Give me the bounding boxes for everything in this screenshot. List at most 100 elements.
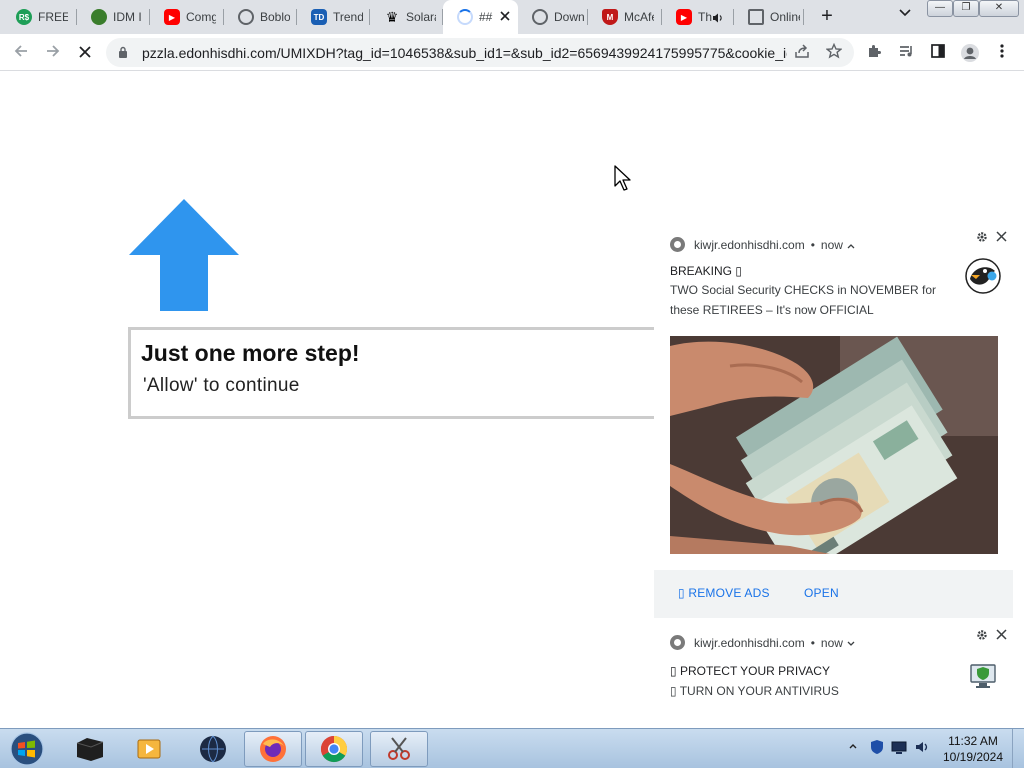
browser-tab[interactable]: ## [443,0,518,34]
gear-icon[interactable] [976,629,988,644]
push-notification-antivirus[interactable]: kiwjr.edonhisdhi.com • now ▯ PROTECT YOU… [654,620,1013,710]
firefox-icon [260,736,286,762]
browser-tab[interactable]: Down [518,0,588,34]
green-cash-icon: R$ [16,9,32,25]
close-icon[interactable] [996,627,1007,644]
menu-kebab-icon[interactable] [992,43,1012,63]
taskbar-app-dark-box[interactable] [60,731,118,767]
show-hidden-icons-chevron-icon[interactable] [844,740,862,758]
taskbar-media-player[interactable] [120,731,178,767]
remove-ads-button[interactable]: ▯ REMOVE ADS [678,586,770,600]
browser-tab[interactable]: ▶ Th [662,0,734,34]
chrome-icon [670,237,685,252]
clock-date: 10/19/2024 [942,750,1004,764]
close-tab-icon[interactable] [500,9,510,24]
tab-label: Boblo [260,10,290,24]
tab-label: Comg [186,10,216,24]
notification-time: now [820,635,843,650]
browser-tab[interactable]: IDM I [77,0,150,34]
media-player-icon [137,739,161,759]
browser-tab[interactable]: Online [734,0,804,34]
restore-button[interactable]: ❐ [953,0,979,17]
extensions-puzzle-icon[interactable] [864,43,884,63]
open-button[interactable]: OPEN [804,586,839,600]
globe-icon [532,9,548,25]
tab-search-chevron-icon[interactable] [895,6,915,26]
system-clock[interactable]: 11:32 AM 10/19/2024 [940,733,1006,765]
browser-tab[interactable]: R$ FREE f [2,0,77,34]
tab-label: Solara [406,10,436,24]
bookmark-star-icon[interactable] [824,42,844,63]
tab-label: IDM I [113,10,142,24]
stop-loading-button[interactable] [73,41,97,65]
globe-icon [238,9,254,25]
notification-source: kiwjr.edonhisdhi.com [694,635,805,650]
speaker-icon[interactable] [712,11,724,29]
black-box-app-icon [76,738,104,761]
security-shield-tray-icon[interactable] [868,739,886,757]
windows-start-orb-icon[interactable] [8,731,46,767]
new-tab-button[interactable]: + [815,4,839,28]
address-bar[interactable]: pzzla.edonhisdhi.com/UMIXDH?tag_id=10465… [106,38,854,67]
dark-globe-icon [200,735,226,763]
back-arrow-icon [14,45,27,57]
loading-spinner-icon [457,9,473,25]
notification-actions: ▯ REMOVE ADS OPEN [654,570,1013,618]
forward-button[interactable] [41,41,65,65]
notification-source: kiwjr.edonhisdhi.com [694,237,805,252]
chevron-down-icon[interactable] [847,636,855,650]
step-subtitle: 'Allow' to continue [143,375,300,396]
notification-title: BREAKING ▯ [670,264,742,278]
media-queue-icon[interactable] [896,43,916,63]
url-text[interactable]: pzzla.edonhisdhi.com/UMIXDH?tag_id=10465… [142,45,787,61]
antivirus-monitor-icon [970,664,996,688]
allow-prompt-box: Just one more step! 'Allow' to continue [128,327,654,419]
profile-avatar-icon[interactable] [960,43,980,63]
taskbar-globe-app[interactable] [184,731,242,767]
close-window-button[interactable]: ✕ [979,0,1019,17]
share-icon[interactable] [792,43,812,63]
lock-icon[interactable] [118,46,128,58]
windows-taskbar: 11:32 AM 10/19/2024 [0,728,1024,768]
close-icon[interactable] [996,229,1007,246]
notification-line-privacy: ▯ PROTECT YOUR PRIVACY [670,664,830,678]
forward-arrow-icon [47,45,60,57]
tab-label: McAfe [624,10,654,24]
idm-globe-icon [91,9,107,25]
side-panel-icon[interactable] [928,43,948,63]
browser-tab[interactable]: ♛ Solara [370,0,443,34]
chevron-up-icon[interactable] [847,238,855,252]
volume-tray-icon[interactable] [913,739,931,757]
notification-header: kiwjr.edonhisdhi.com • now [670,237,855,252]
mouse-cursor-icon [614,165,631,191]
browser-tab[interactable]: ▶ Comg [150,0,224,34]
back-button[interactable] [9,41,33,65]
notification-header: kiwjr.edonhisdhi.com • now [670,635,855,650]
bird-app-icon [965,258,1001,294]
notification-body: TWO Social Security CHECKS in NOVEMBER f… [670,283,937,317]
network-monitor-tray-icon[interactable] [890,739,908,757]
taskbar-snipping-tool[interactable] [370,731,428,767]
push-notification-breaking[interactable]: kiwjr.edonhisdhi.com • now BREAKING ▯ TW… [654,222,1013,618]
mcafee-shield-icon: M [602,9,618,25]
gear-icon[interactable] [976,231,988,246]
taskbar-chrome[interactable] [305,731,363,767]
tab-label: ## [479,10,493,24]
browser-tab[interactable]: TD Trend [297,0,370,34]
trend-micro-icon: TD [311,9,327,25]
taskbar-firefox[interactable] [244,731,302,767]
notification-line-antivirus: ▯ TURN ON YOUR ANTIVIRUS [670,684,839,698]
step-title: Just one more step! [141,340,360,366]
stop-x-icon [79,46,91,58]
minimize-button[interactable]: — [927,0,953,17]
up-arrow-graphic [129,199,239,311]
notification-time: now [820,237,843,252]
browser-tab[interactable]: M McAfe [588,0,662,34]
browser-toolbar: pzzla.edonhisdhi.com/UMIXDH?tag_id=10465… [0,34,1024,71]
youtube-icon: ▶ [676,9,692,25]
scissors-icon [388,737,410,760]
browser-tab[interactable]: Boblo [224,0,297,34]
crown-icon: ♛ [385,8,399,25]
clock-time: 11:32 AM [948,734,998,748]
show-desktop-button[interactable] [1012,729,1024,768]
